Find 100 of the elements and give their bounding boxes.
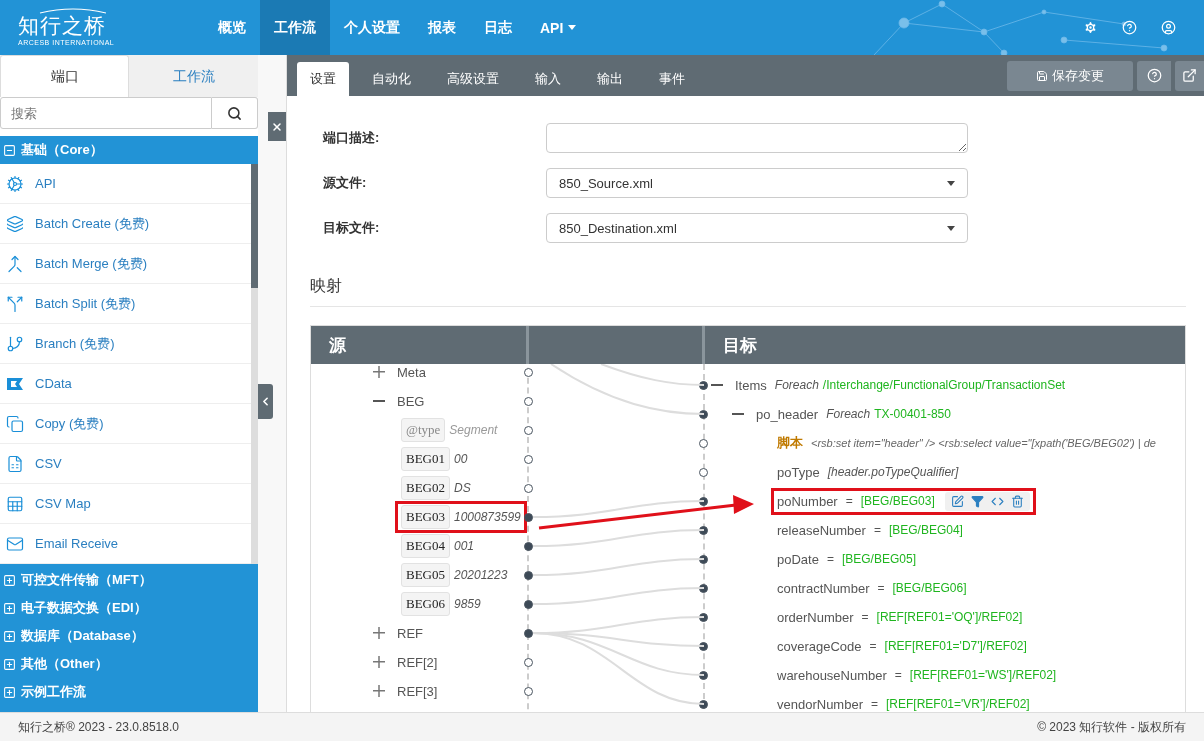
- settings-tab[interactable]: 设置: [297, 62, 349, 96]
- connector-dot[interactable]: [699, 641, 708, 651]
- category-header[interactable]: 基础（Core）: [0, 136, 258, 164]
- expand-icon: [3, 685, 16, 699]
- loop-keyword: Foreach: [826, 407, 871, 421]
- mapping-path: [REF[REF01='D7']/REF02]: [884, 639, 1027, 653]
- open-external-button[interactable]: [1175, 60, 1204, 91]
- caret-icon: [947, 225, 955, 231]
- mapping-path: [BEG/BEG06]: [892, 581, 967, 595]
- copy-icon: [6, 414, 24, 433]
- save-icon: [1036, 69, 1048, 82]
- node-label: Items: [735, 377, 767, 393]
- user-icon[interactable]: [1161, 20, 1176, 35]
- connector-dot[interactable]: [524, 570, 533, 580]
- settings-tab[interactable]: 输出: [584, 62, 636, 96]
- nav-link[interactable]: 报表: [414, 0, 470, 55]
- help-icon[interactable]: [1122, 20, 1137, 35]
- connector-dot[interactable]: [524, 454, 533, 464]
- expression-text: [header.poTypeQualifier]: [827, 465, 959, 479]
- expand-icon[interactable]: [373, 656, 387, 668]
- field-tag: BEG05: [401, 563, 450, 587]
- connector-dot[interactable]: [699, 467, 708, 477]
- expand-icon[interactable]: [373, 685, 387, 697]
- connector-dot[interactable]: [524, 483, 533, 493]
- version-text: 知行之桥® 2023 - 23.0.8518.0: [18, 718, 179, 736]
- node-label: REF[2]: [397, 654, 438, 670]
- mapping-path: [REF[REF01='VR']/REF02]: [886, 697, 1030, 711]
- connector-dot[interactable]: [699, 525, 708, 535]
- nav-link[interactable]: 个人设置: [330, 0, 414, 55]
- expand-icon[interactable]: [373, 627, 387, 639]
- connector-dot[interactable]: [524, 396, 533, 406]
- connector-dot[interactable]: [699, 583, 708, 593]
- filter-icon[interactable]: [970, 494, 984, 508]
- connector-dot[interactable]: [524, 686, 533, 696]
- trash-icon[interactable]: [1010, 494, 1024, 508]
- node-label: releaseNumber: [777, 522, 866, 538]
- settings-tab[interactable]: 自动化: [359, 62, 424, 96]
- merge-icon: [6, 254, 24, 273]
- search-field[interactable]: 搜索: [0, 97, 212, 129]
- loop-keyword: Foreach: [774, 378, 819, 392]
- field-tag: BEG02: [401, 476, 450, 500]
- field-tag: BEG01: [401, 447, 450, 471]
- connector-dot[interactable]: [699, 670, 708, 680]
- connector-dot[interactable]: [699, 380, 708, 390]
- expand-icon: [3, 629, 16, 643]
- operator: =: [877, 581, 885, 595]
- connector-dot[interactable]: [699, 409, 708, 419]
- table-icon: [6, 494, 24, 513]
- expand-icon: [3, 573, 16, 587]
- field-label: 源文件:: [322, 174, 368, 192]
- operator: =: [894, 668, 902, 682]
- nav-link[interactable]: 工作流: [260, 0, 330, 55]
- close-button[interactable]: [268, 112, 286, 141]
- connector-item[interactable]: CData: [0, 364, 251, 404]
- search-button[interactable]: [212, 97, 258, 129]
- field-value: 1000873599: [454, 510, 521, 524]
- field-tag: BEG03: [401, 505, 450, 529]
- save-button[interactable]: 保存变更: [1007, 60, 1133, 91]
- field-tag: BEG06: [401, 592, 450, 616]
- settings-icon[interactable]: [1083, 20, 1098, 35]
- connector-dot[interactable]: [699, 496, 708, 506]
- operator: =: [845, 494, 853, 508]
- field-label: 目标文件:: [322, 219, 381, 237]
- connector-dot[interactable]: [524, 512, 533, 522]
- collapse-button[interactable]: [258, 384, 273, 419]
- connector-dot[interactable]: [699, 699, 708, 709]
- nav-link[interactable]: API: [526, 0, 591, 55]
- nav-link[interactable]: 概览: [204, 0, 260, 55]
- connector-dot[interactable]: [524, 599, 533, 609]
- connector-dot[interactable]: [524, 541, 533, 551]
- settings-tab[interactable]: 输入: [522, 62, 574, 96]
- connector-dot[interactable]: [524, 657, 533, 667]
- nav-link[interactable]: 日志: [470, 0, 526, 55]
- connector-dot[interactable]: [524, 425, 533, 435]
- node-label: warehouseNumber: [777, 667, 887, 683]
- file-select[interactable]: 850_Source.xml: [546, 168, 968, 198]
- bracket-icon: [5, 375, 25, 392]
- operator: =: [873, 523, 881, 537]
- connector-dot[interactable]: [699, 438, 708, 448]
- loop-path: TX-00401-850: [874, 407, 951, 421]
- node-label: contractNumber: [777, 580, 870, 596]
- script-label: 脚本: [777, 434, 803, 452]
- help-button[interactable]: [1137, 60, 1171, 91]
- column-heading: 源: [329, 334, 346, 357]
- connector-dot[interactable]: [524, 367, 533, 377]
- sidebar-tab[interactable]: 端口: [0, 55, 129, 97]
- settings-tab[interactable]: 高级设置: [434, 62, 512, 96]
- description-field[interactable]: [546, 123, 968, 153]
- file-select[interactable]: 850_Destination.xml: [546, 213, 968, 243]
- connector-dot[interactable]: [699, 554, 708, 564]
- expand-icon[interactable]: [373, 366, 387, 378]
- operator: =: [869, 639, 877, 653]
- mapping-path: [REF[REF01='WS']/REF02]: [909, 668, 1057, 682]
- settings-tab[interactable]: 事件: [646, 62, 698, 96]
- edit-icon[interactable]: [950, 494, 964, 508]
- section-title: 映射: [310, 276, 1186, 307]
- connector-dot[interactable]: [524, 628, 533, 638]
- node-label: vendorNumber: [777, 696, 863, 712]
- scrollbar[interactable]: [251, 164, 258, 564]
- connector-dot[interactable]: [699, 612, 708, 622]
